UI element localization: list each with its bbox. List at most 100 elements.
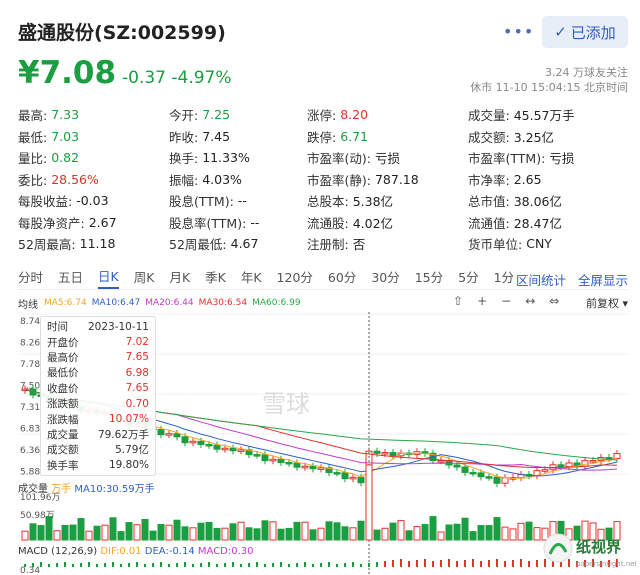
macd-bar	[96, 564, 98, 567]
tab-period[interactable]: 五日	[58, 267, 83, 288]
macd-bar	[312, 564, 314, 567]
macd-axis-label: 0.34	[20, 566, 40, 575]
zoom-out-icon[interactable]: −	[501, 294, 511, 308]
tab-period[interactable]: 5分	[458, 267, 478, 288]
kline-candle	[197, 440, 205, 445]
macd-bar	[168, 564, 170, 567]
macd-bar	[440, 560, 442, 567]
stat-label: 今开:	[169, 108, 199, 124]
stat-label: 每股净资产:	[18, 215, 85, 231]
macd-bar	[520, 559, 522, 567]
macd-bar	[264, 564, 266, 567]
price-axis-label: 8.26	[20, 339, 40, 349]
kline-candle	[485, 476, 493, 479]
macd-bar	[344, 563, 346, 567]
macd-bar	[360, 564, 362, 567]
volume-bar	[477, 525, 485, 541]
undo-icon[interactable]: ⇧	[453, 294, 463, 308]
stat-cell: 涨停: 8.20	[307, 105, 468, 124]
volume-bar	[157, 524, 165, 541]
stock-title: 盛通股份(SZ:002599)	[18, 22, 226, 44]
stat-label: 跌停:	[307, 129, 337, 145]
tooltip-value: 6.98	[125, 366, 149, 379]
volume-bar	[61, 524, 69, 541]
tab-period[interactable]: 日K	[98, 266, 119, 289]
tab-period[interactable]: 月K	[169, 267, 190, 288]
macd-bar	[88, 562, 90, 567]
more-options-icon[interactable]: •••	[503, 22, 534, 41]
macd-bar	[208, 562, 210, 567]
volume-bar	[253, 528, 261, 541]
zoom-in-icon[interactable]: +	[477, 294, 487, 308]
kline-candle	[581, 460, 589, 467]
stat-label: 振幅:	[169, 172, 199, 188]
tab-period[interactable]: 年K	[241, 267, 262, 288]
macd-bar	[432, 561, 434, 567]
stat-label: 最低:	[18, 129, 48, 145]
macd-bar	[328, 562, 330, 567]
tooltip-value: 2023-10-11	[87, 320, 149, 333]
volume-bar	[509, 528, 517, 541]
macd-bar	[120, 564, 122, 567]
stat-label: 市盈率(动):	[307, 151, 371, 167]
tooltip-key: 最低价	[47, 367, 79, 380]
volume-bar	[125, 522, 133, 541]
tab-period[interactable]: 分时	[18, 267, 43, 288]
ma-label: 均线	[18, 299, 38, 311]
stat-cell: 市盈率(静): 787.18	[307, 170, 468, 189]
macd-bar	[112, 562, 114, 567]
tab-period[interactable]: 季K	[205, 267, 226, 288]
price-axis-label: 7.31	[20, 403, 40, 413]
kline-candle	[317, 467, 325, 470]
kline-candle	[277, 458, 285, 463]
volume-bar	[461, 517, 469, 541]
stat-label: 流通股:	[307, 215, 349, 231]
macd-title: MACD (12,26,9)	[18, 546, 98, 557]
stat-value: 11.18	[79, 236, 116, 252]
stock-header: 盛通股份(SZ:002599) ••• ✓ 已添加 ¥7.08 -0.37 -4…	[0, 0, 640, 110]
stat-label: 股息率(TTM):	[169, 215, 247, 231]
range-stats-link[interactable]: 区间统计	[516, 273, 566, 288]
added-watchlist-button[interactable]: ✓ 已添加	[542, 16, 628, 48]
tab-period[interactable]: 15分	[415, 267, 443, 288]
tab-period[interactable]: 120分	[277, 267, 313, 288]
expand-icon[interactable]: ⇔	[549, 294, 559, 308]
stat-value: 2.67	[88, 214, 117, 230]
volume-bar	[349, 527, 357, 541]
volume-bar	[525, 521, 533, 541]
stat-cell: 52周最低: 4.67	[169, 234, 307, 253]
volume-bar	[381, 527, 389, 541]
volume-bar	[293, 521, 301, 541]
added-label: 已添加	[570, 23, 616, 42]
corner-text: 纸视界	[576, 538, 621, 556]
price-change: -0.37 -4.97%	[122, 68, 232, 88]
stat-value: 38.06亿	[513, 194, 563, 210]
macd-bar	[80, 563, 82, 567]
stat-cell: 每股净资产: 2.67	[18, 213, 169, 232]
fullscreen-link[interactable]: 全屏显示	[578, 273, 628, 288]
stat-cell: 市净率: 2.65	[468, 170, 628, 189]
tab-period[interactable]: 60分	[328, 267, 356, 288]
tooltip-key: 涨跌额	[47, 398, 79, 411]
tab-period[interactable]: 周K	[134, 267, 155, 288]
adjust-selector[interactable]: 前复权 ▾	[586, 295, 628, 311]
volume-bar	[365, 464, 373, 541]
macd-bar	[384, 561, 386, 567]
stat-label: 流通值:	[468, 215, 510, 231]
volume-bar	[445, 524, 453, 541]
stat-row: 52周最高: 11.18 52周最低: 4.67 注册制: 否货币单位: CNY	[18, 233, 628, 255]
stat-value: 4.03%	[202, 171, 242, 187]
macd-bar	[160, 562, 162, 567]
price-axis-label: 6.83	[20, 425, 40, 435]
volume-bar	[29, 523, 37, 541]
stat-cell: 昨收: 7.45	[169, 127, 307, 146]
tooltip-value: 79.62万手	[97, 428, 149, 441]
watermark: 雪球	[262, 390, 310, 418]
tab-period[interactable]: 30分	[371, 267, 399, 288]
volume-bar	[133, 524, 141, 541]
kline-candle	[501, 477, 509, 484]
adjust-label: 前复权	[585, 297, 619, 310]
kline-candle	[421, 451, 429, 454]
pan-icon[interactable]: ↔	[525, 294, 535, 308]
stat-cell: 跌停: 6.71	[307, 127, 468, 146]
